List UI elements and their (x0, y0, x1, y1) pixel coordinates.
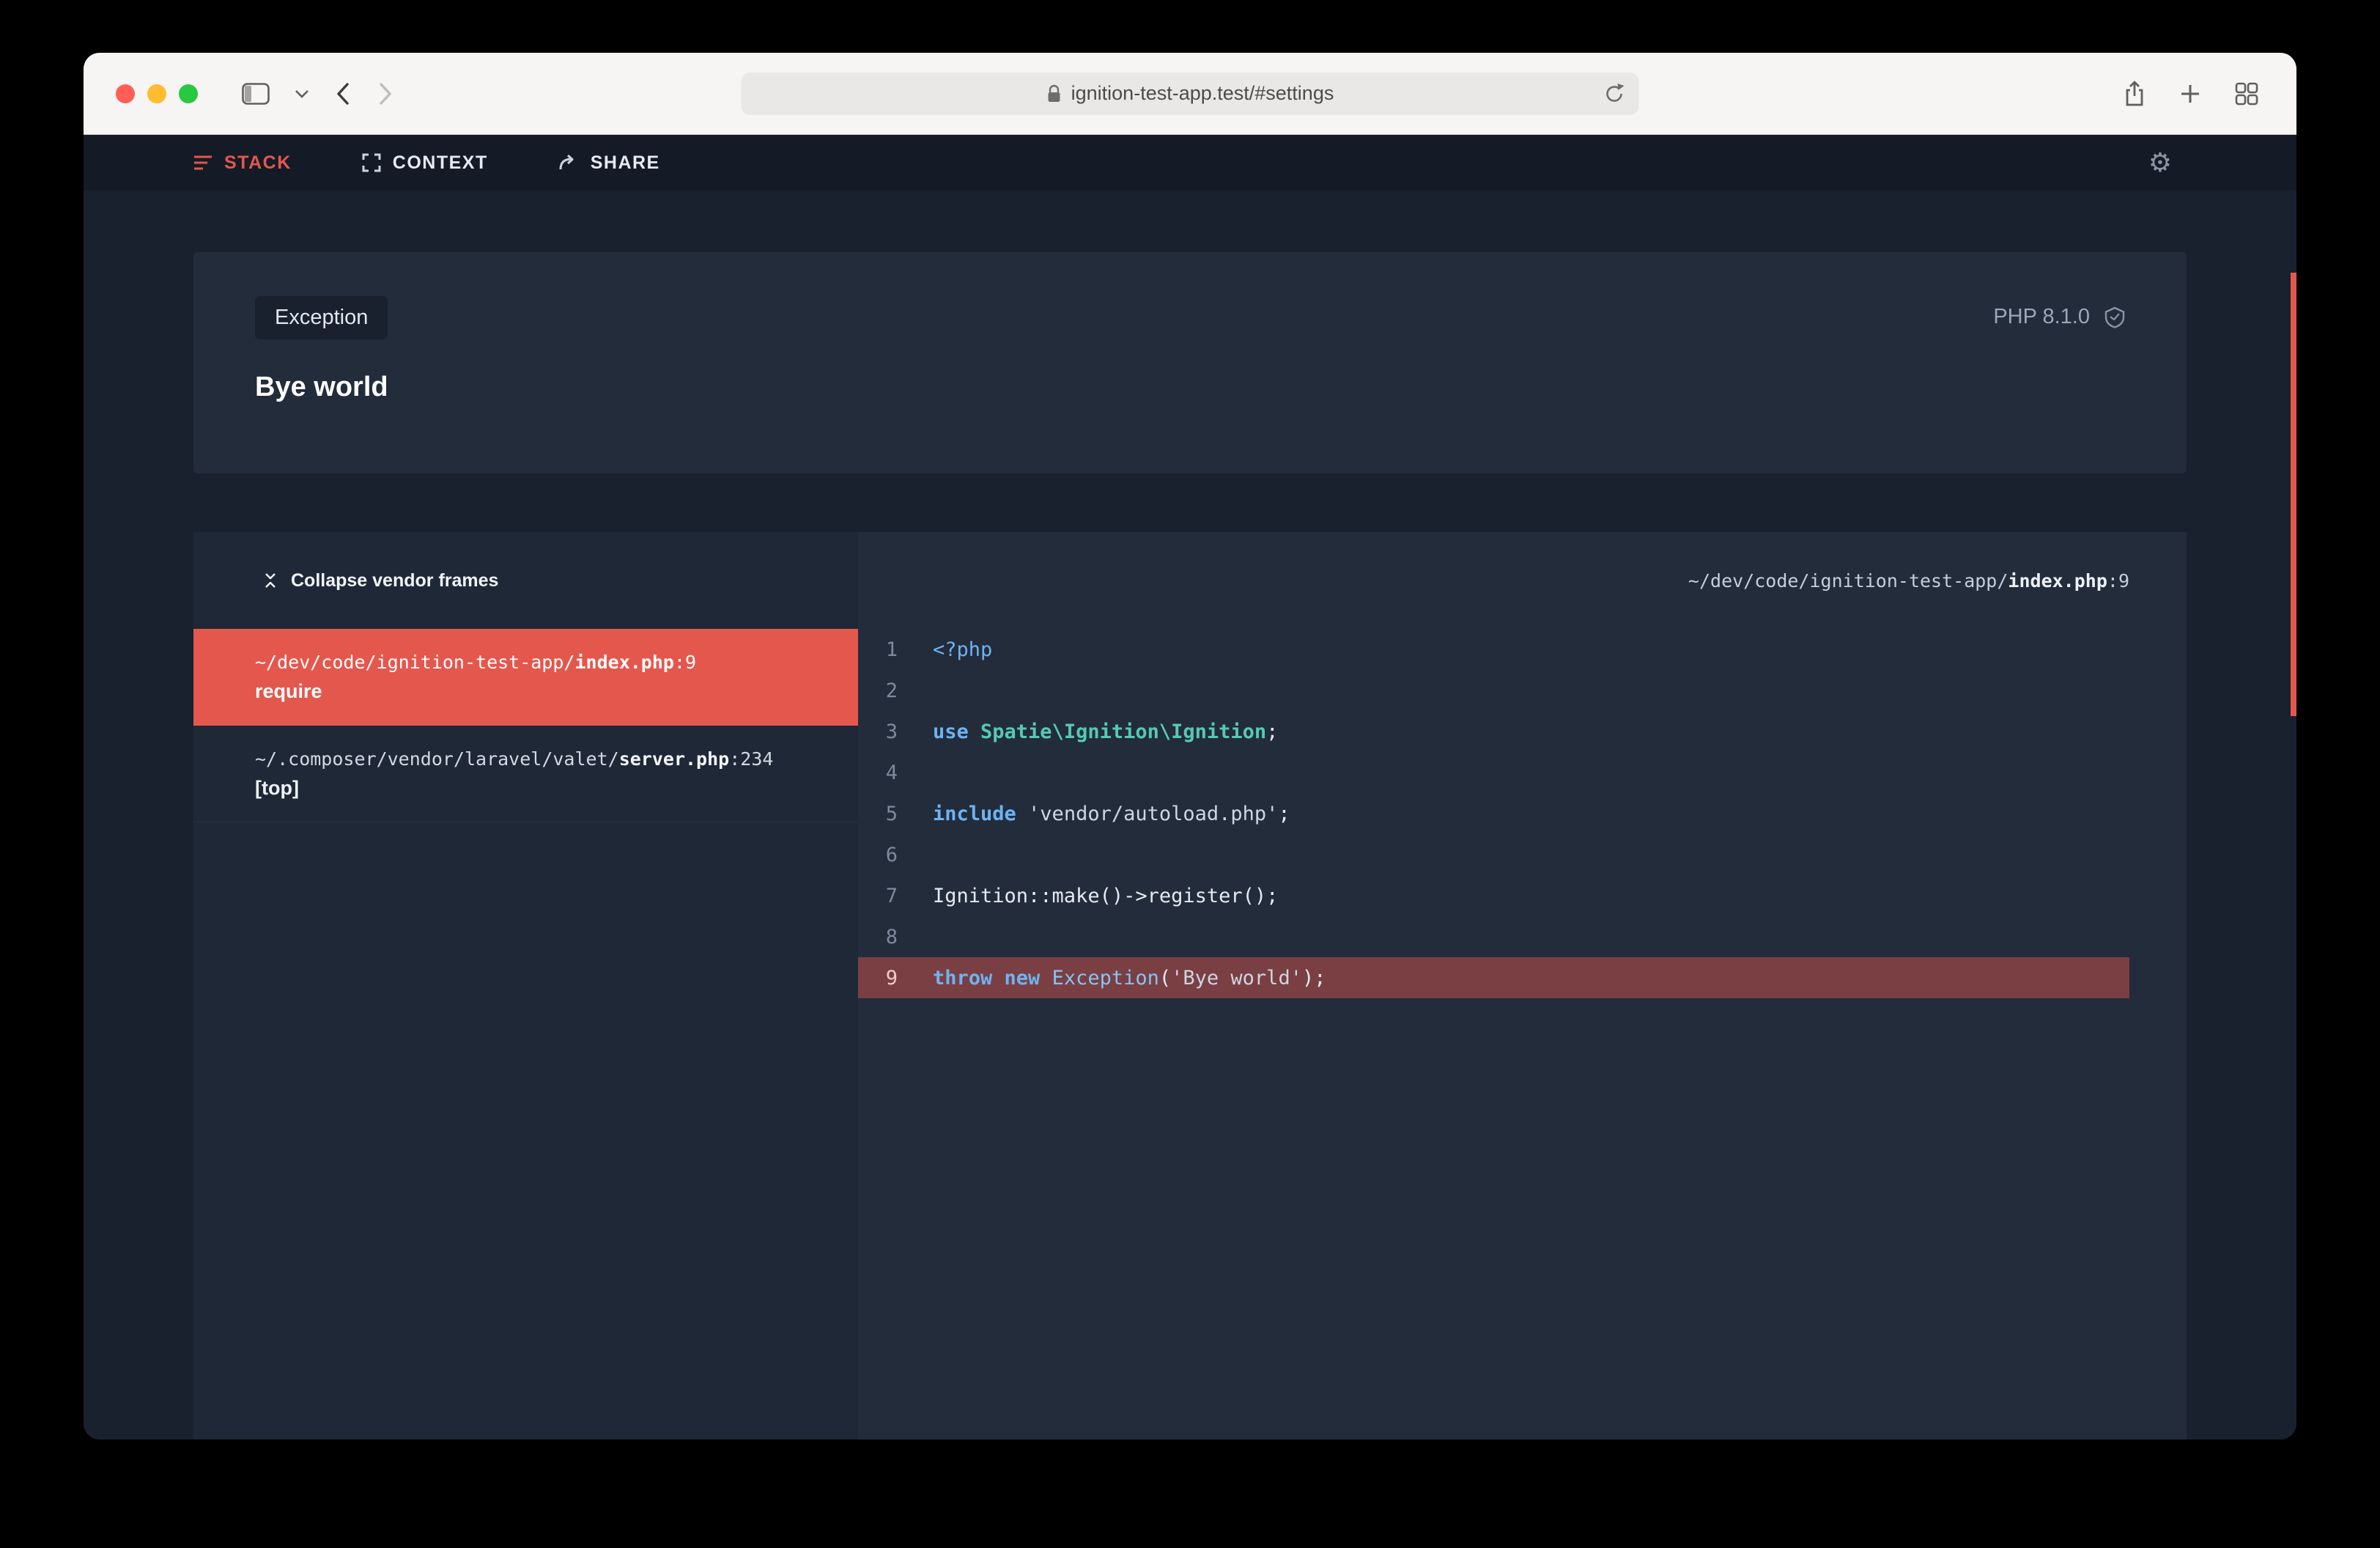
line-number: 8 (858, 926, 898, 948)
exception-card: Exception Bye world PHP 8.1.0 (193, 252, 2187, 473)
code-viewer-panel: ~/dev/code/ignition-test-app/index.php:9… (858, 532, 2187, 1440)
collapse-vendor-frames-button[interactable]: Collapse vendor frames (263, 570, 498, 591)
code-file-header: ~/dev/code/ignition-test-app/index.php:9 (858, 532, 2187, 629)
stack-lines-icon (193, 154, 212, 172)
zoom-window-button[interactable] (179, 84, 198, 103)
settings-gear-icon[interactable]: ⚙ (2148, 150, 2172, 176)
stack-frame[interactable]: ~/dev/code/ignition-test-app/index.php:9… (193, 629, 858, 726)
url-text: ignition-test-app.test/#settings (1071, 82, 1334, 105)
code-line: 4 (858, 752, 2129, 793)
line-number: 1 (858, 638, 898, 661)
share-icon[interactable] (2124, 80, 2146, 108)
tab-stack-label: STACK (224, 152, 292, 174)
frame-path: ~/dev/code/ignition-test-app/index.php:9 (255, 652, 858, 673)
lock-icon (1046, 84, 1062, 104)
code-lines: 1<?php 2 3use Spatie\Ignition\Ignition; 4 5i… (858, 629, 2187, 998)
browser-window: ignition-test-app.test/#settings STACK (84, 53, 2296, 1440)
code-line: 3use Spatie\Ignition\Ignition; (858, 711, 2129, 752)
php-version-label: PHP 8.1.0 (1993, 305, 2090, 329)
code-line: 7Ignition::make()->register(); (858, 875, 2129, 916)
main-content: Exception Bye world PHP 8.1.0 Collapse v… (84, 191, 2296, 1440)
line-number: 6 (858, 844, 898, 866)
close-window-button[interactable] (116, 84, 135, 103)
app-navbar: STACK CONTEXT SHARE ⚙ (84, 135, 2296, 191)
back-button[interactable] (334, 81, 352, 107)
stack-trace-section: Collapse vendor frames ~/dev/code/igniti… (193, 532, 2187, 1440)
share-arrow-icon (558, 154, 579, 172)
exception-type-badge: Exception (255, 296, 388, 339)
line-number: 4 (858, 762, 898, 784)
code-line: 9throw new Exception('Bye world'); (858, 957, 2129, 998)
collapse-icon (263, 572, 278, 589)
traffic-lights (84, 84, 198, 103)
code-line: 1<?php (858, 629, 2129, 670)
exception-message: Bye world (255, 372, 2125, 403)
tab-context-label: CONTEXT (393, 152, 488, 174)
code-line: 6 (858, 834, 2129, 875)
frame-method: require (255, 680, 858, 703)
collapse-vendor-frames-label: Collapse vendor frames (291, 570, 498, 591)
flare-icon (2104, 306, 2125, 328)
stack-frame[interactable]: ~/.composer/vendor/laravel/valet/server.… (193, 726, 858, 822)
forward-button[interactable] (377, 81, 394, 107)
tab-overview-icon[interactable] (2235, 82, 2258, 106)
line-number: 2 (858, 679, 898, 702)
stack-frames-panel: Collapse vendor frames ~/dev/code/igniti… (193, 532, 858, 1440)
tab-context[interactable]: CONTEXT (362, 152, 488, 174)
line-number: 9 (858, 967, 898, 989)
code-line: 2 (858, 670, 2129, 711)
scrollbar-thumb[interactable] (2291, 273, 2296, 716)
frame-path: ~/.composer/vendor/laravel/valet/server.… (255, 748, 858, 770)
tab-stack[interactable]: STACK (193, 152, 292, 174)
share-report-label: SHARE (591, 152, 660, 174)
reload-icon[interactable] (1603, 79, 1627, 108)
address-bar[interactable]: ignition-test-app.test/#settings (742, 73, 1639, 115)
line-number: 7 (858, 885, 898, 907)
browser-toolbar: ignition-test-app.test/#settings (84, 53, 2296, 135)
sidebar-toggle-icon[interactable] (242, 83, 270, 105)
minimize-window-button[interactable] (147, 84, 166, 103)
line-number: 5 (858, 803, 898, 825)
context-brackets-icon (362, 153, 381, 172)
share-report-button[interactable]: SHARE (558, 152, 660, 174)
code-line: 8 (858, 916, 2129, 957)
chevron-down-icon[interactable] (295, 89, 309, 99)
new-tab-icon[interactable] (2179, 83, 2201, 105)
frame-method: [top] (255, 777, 858, 800)
line-number: 3 (858, 720, 898, 743)
code-line: 5include 'vendor/autoload.php'; (858, 793, 2129, 834)
